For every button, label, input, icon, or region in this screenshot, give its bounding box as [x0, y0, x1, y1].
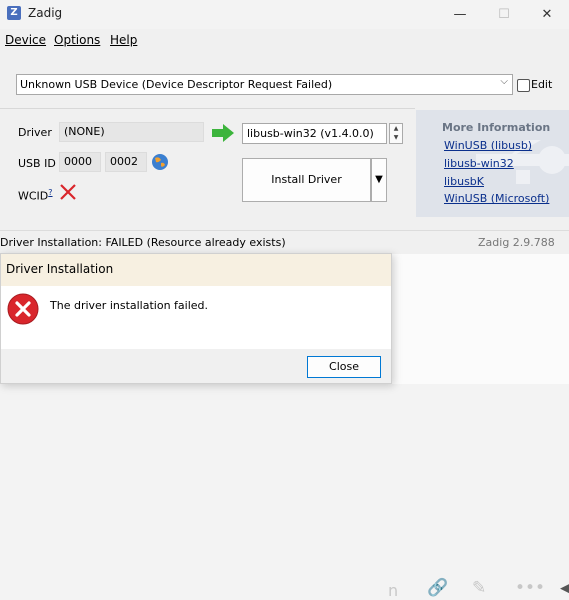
title-bar: Z Zadig — ☐ ✕	[0, 0, 569, 29]
wcid-cross-icon	[60, 184, 76, 200]
arrow-right-icon	[212, 124, 234, 142]
more-information-title: More Information	[442, 121, 551, 134]
usb-id-label: USB ID	[18, 157, 56, 170]
version-label: Zadig 2.9.788	[478, 236, 555, 249]
chevron-down-icon: ⌵	[500, 76, 508, 87]
window-title: Zadig	[28, 6, 63, 20]
install-options-dropdown[interactable]: ▼	[371, 158, 387, 202]
wcid-help-link[interactable]: ?	[48, 188, 52, 197]
current-driver-field: (NONE)	[59, 122, 204, 142]
zadig-window: Z Zadig — ☐ ✕ Device Options Help Unknow…	[0, 0, 569, 254]
link-winusb-microsoft[interactable]: WinUSB (Microsoft)	[444, 192, 549, 205]
driver-label: Driver	[18, 126, 52, 139]
collapse-arrow-icon[interactable]: ◀	[560, 578, 569, 598]
spinner-down-icon[interactable]: ▼	[390, 133, 402, 142]
spinner-up-icon[interactable]: ▲	[390, 124, 402, 133]
status-message: Driver Installation: FAILED (Resource al…	[0, 236, 286, 249]
pencil-icon[interactable]: ✎	[472, 578, 486, 598]
wcid-label: WCID?	[18, 188, 53, 203]
menu-options[interactable]: Options	[54, 33, 100, 47]
minimize-button[interactable]: —	[437, 0, 483, 29]
dialog-close-button[interactable]: Close	[307, 356, 381, 378]
edit-checkbox[interactable]	[517, 79, 530, 92]
link-icon[interactable]: 🔗	[427, 578, 448, 598]
maximize-button[interactable]: ☐	[481, 0, 527, 29]
more-options-icon[interactable]: •••	[515, 578, 545, 598]
dialog-title-bar: Driver Installation	[1, 254, 391, 286]
status-bar: Driver Installation: FAILED (Resource al…	[0, 230, 569, 254]
link-libusb-win32[interactable]: libusb-win32	[444, 157, 514, 170]
error-icon	[7, 293, 39, 325]
driver-spinner[interactable]: ▲ ▼	[389, 123, 403, 144]
menu-device[interactable]: Device	[5, 33, 46, 47]
install-driver-button[interactable]: Install Driver	[242, 158, 371, 202]
usb-vid-field: 0000	[59, 152, 101, 172]
globe-icon[interactable]	[150, 152, 170, 172]
wcid-label-text: WCID	[18, 189, 49, 203]
link-winusb-libusb[interactable]: WinUSB (libusb)	[444, 139, 532, 152]
driver-installation-dialog: Driver Installation The driver installat…	[0, 253, 392, 384]
menu-help[interactable]: Help	[110, 33, 137, 47]
device-dropdown-value: Unknown USB Device (Device Descriptor Re…	[20, 78, 333, 91]
usb-pid-field: 0002	[105, 152, 147, 172]
dialog-message: The driver installation failed.	[50, 299, 209, 312]
background-partial-text: n	[388, 581, 399, 600]
dropdown-arrow-icon: ▼	[375, 174, 383, 185]
device-dropdown[interactable]: Unknown USB Device (Device Descriptor Re…	[16, 74, 513, 95]
more-information-panel: More Information WinUSB (libusb) libusb-…	[416, 110, 569, 217]
dialog-title: Driver Installation	[6, 262, 114, 276]
target-driver-field[interactable]: libusb-win32 (v1.4.0.0)	[242, 123, 387, 144]
close-window-button[interactable]: ✕	[524, 0, 569, 29]
menu-bar: Device Options Help	[0, 29, 569, 51]
edit-checkbox-label: Edit	[531, 78, 553, 91]
link-libusbk[interactable]: libusbK	[444, 175, 484, 188]
zadig-app-icon: Z	[7, 6, 21, 20]
